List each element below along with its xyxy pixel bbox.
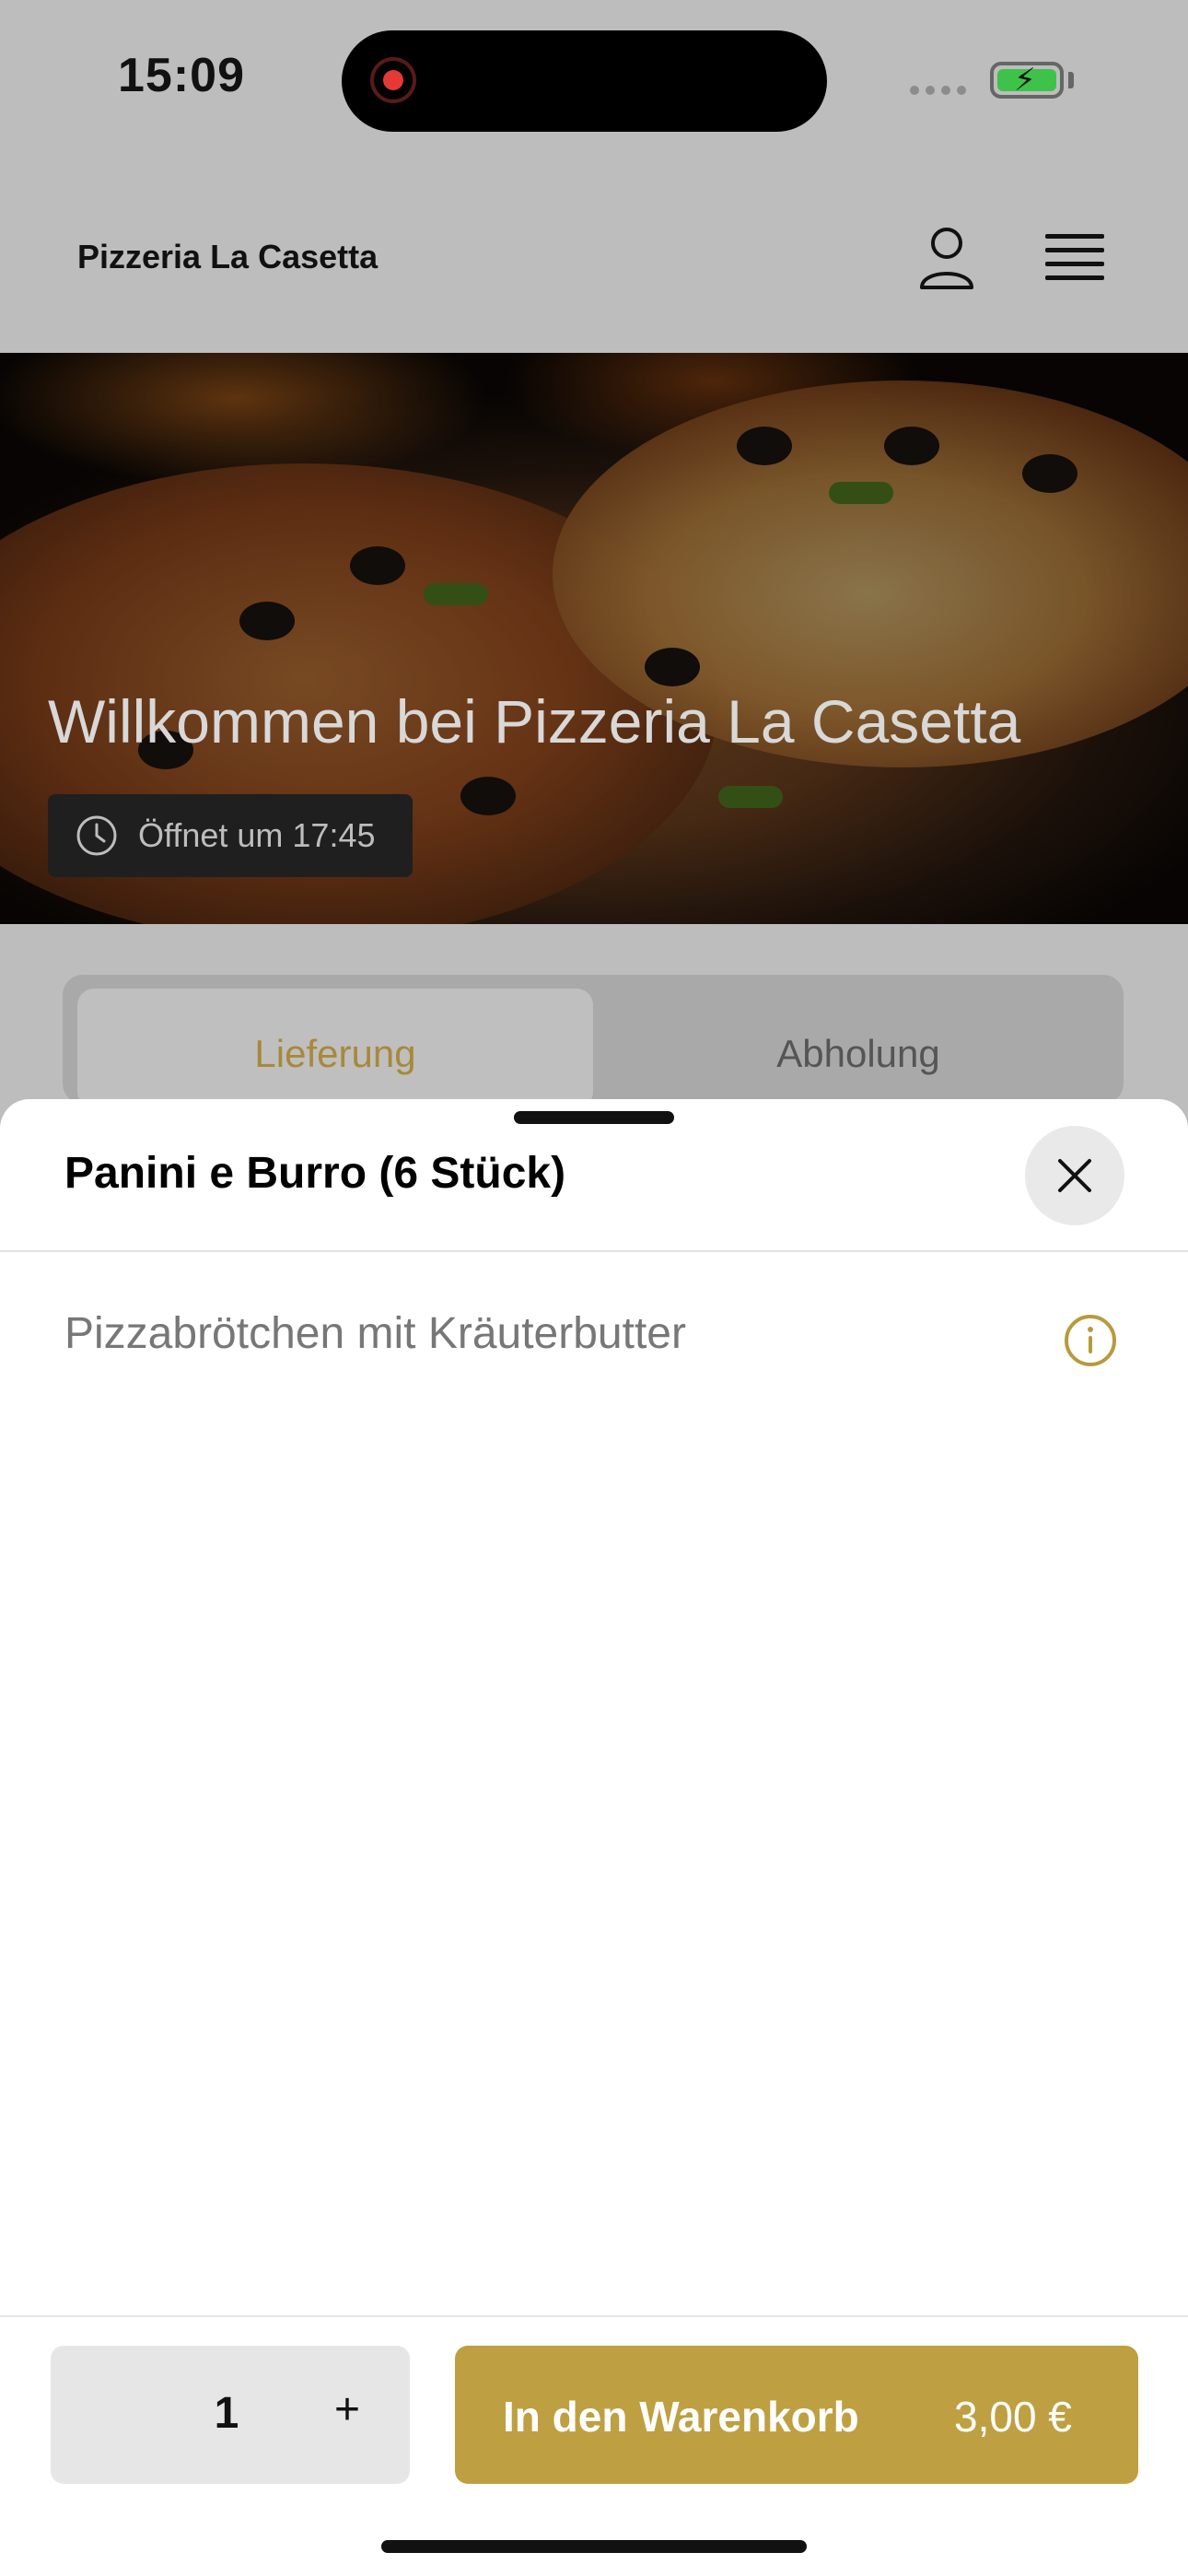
quantity-increase-button[interactable]: + [324, 2384, 370, 2435]
price-label[interactable]: 3,00 € [954, 2392, 1072, 2441]
signal-icon [910, 86, 966, 95]
hero-title: Willkommen bei Pizzeria La Casetta [48, 687, 1021, 755]
status-time: 15:09 [118, 49, 245, 102]
close-icon [1058, 1159, 1091, 1192]
tab-delivery-label[interactable]: Lieferung [77, 1032, 593, 1076]
hamburger-icon[interactable] [1045, 234, 1104, 286]
opening-hours-badge: Öffnet um 17:45 [48, 794, 413, 877]
opening-hours-text: Öffnet um 17:45 [138, 816, 376, 854]
person-icon[interactable] [917, 225, 976, 291]
recording-icon [370, 57, 416, 103]
close-button[interactable] [1025, 1126, 1124, 1225]
tab-pickup[interactable]: Abholung [593, 1032, 1124, 1076]
add-to-cart-label[interactable]: In den Warenkorb [503, 2392, 859, 2441]
battery-cap [1068, 72, 1074, 88]
product-title: Panini e Burro (6 Stück) [64, 1149, 566, 1198]
info-icon[interactable] [1063, 1313, 1118, 1368]
battery-icon: ⚡ [990, 62, 1064, 99]
sheet-grabber[interactable] [514, 1111, 674, 1124]
home-indicator[interactable] [381, 2540, 807, 2553]
quantity-value: 1 [214, 2389, 239, 2438]
footer-divider [0, 2315, 1188, 2317]
app-title[interactable]: Pizzeria La Casetta [77, 238, 378, 276]
product-description: Pizzabrötchen mit Kräuterbutter [64, 1309, 686, 1358]
clock-icon [76, 815, 117, 856]
divider [0, 1250, 1188, 1252]
